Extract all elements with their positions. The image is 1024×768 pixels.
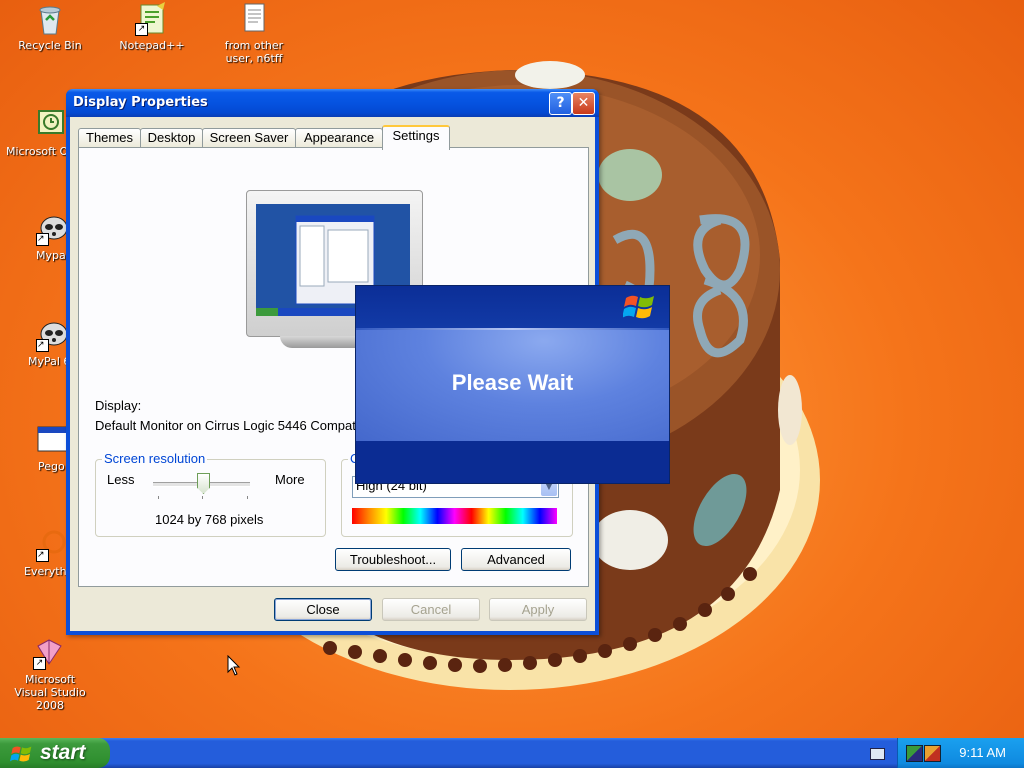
help-icon: ? (556, 95, 565, 111)
desktop-icon-text-file[interactable]: from other user, n6tff (212, 2, 296, 65)
keyboard-icon[interactable] (870, 748, 885, 760)
desktop-icon-label: from other user, n6tff (224, 39, 284, 65)
shortcut-arrow-icon: ↗ (36, 549, 49, 562)
help-button[interactable]: ? (549, 92, 572, 115)
desktop-icon-visual-studio[interactable]: ↗ Microsoft Visual Studio 2008 (8, 636, 92, 712)
start-label: start (40, 741, 86, 764)
window-app-icon (36, 423, 70, 457)
advanced-button[interactable]: Advanced (461, 548, 571, 571)
outlook-icon (36, 108, 70, 142)
windows-logo-icon (10, 746, 32, 762)
mouse-cursor-icon (227, 655, 241, 676)
please-wait-message: Please Wait (451, 370, 574, 395)
tray-app-icon[interactable] (924, 745, 941, 762)
desktop-icon-label: Microsoft Visual Studio 2008 (14, 673, 86, 712)
notepad-plus-plus-icon: ↗ (135, 2, 169, 36)
resolution-less-label: Less (107, 472, 135, 487)
mypal-icon: ↗ (36, 212, 70, 246)
everything-search-icon: ↗ (36, 528, 70, 562)
tab-settings[interactable]: Settings (382, 125, 450, 150)
close-window-button[interactable]: ✕ (572, 92, 595, 115)
close-button[interactable]: Close (274, 598, 372, 621)
color-quality-spectrum (352, 508, 557, 524)
text-document-icon (237, 2, 271, 36)
desktop-icon-label: Notepad++ (119, 39, 185, 52)
desktop-icon-notepad-plus-plus[interactable]: ↗ Notepad++ (110, 2, 194, 52)
slider-tick (158, 496, 159, 499)
shortcut-arrow-icon: ↗ (36, 233, 49, 246)
tab-screen-saver[interactable]: Screen Saver (202, 128, 296, 148)
cancel-button[interactable]: Cancel (382, 598, 480, 621)
display-label: Display: (95, 398, 142, 413)
visual-studio-icon: ↗ (33, 636, 67, 670)
apply-button[interactable]: Apply (489, 598, 587, 621)
resolution-value: 1024 by 768 pixels (155, 512, 264, 527)
close-icon: ✕ (577, 95, 590, 111)
clock[interactable]: 9:11 AM (959, 745, 1006, 760)
tab-themes[interactable]: Themes (78, 128, 141, 148)
shortcut-arrow-icon: ↗ (135, 23, 148, 36)
window-title: Display Properties (73, 95, 208, 110)
please-wait-dialog: Please Wait (355, 285, 670, 484)
shortcut-arrow-icon: ↗ (36, 339, 49, 352)
shortcut-arrow-icon: ↗ (33, 657, 46, 670)
slider-tick (247, 496, 248, 499)
desktop-icon-recycle-bin[interactable]: Recycle Bin (8, 2, 92, 52)
start-button[interactable]: start (0, 738, 110, 768)
tab-desktop[interactable]: Desktop (140, 128, 203, 148)
title-bar[interactable]: Display Properties ? ✕ (66, 89, 599, 117)
windows-logo-icon (623, 295, 654, 319)
resolution-more-label: More (275, 472, 305, 487)
recycle-bin-icon (33, 2, 67, 36)
system-tray: 9:11 AM (897, 738, 1024, 768)
please-wait-body: Please Wait (356, 330, 669, 441)
taskbar: start 9:11 AM (0, 738, 1024, 768)
resolution-slider-thumb[interactable] (197, 473, 210, 494)
screen-resolution-group: Screen resolution Less More 1024 by 768 … (95, 451, 326, 537)
desktop-icon-label: Recycle Bin (18, 39, 82, 52)
please-wait-header (356, 286, 669, 328)
network-icon[interactable] (906, 745, 923, 762)
display-device-name: Default Monitor on Cirrus Logic 5446 Com… (95, 418, 356, 433)
troubleshoot-button[interactable]: Troubleshoot... (335, 548, 451, 571)
screen-resolution-title: Screen resolution (102, 451, 208, 466)
tab-appearance[interactable]: Appearance (295, 128, 383, 148)
mypal-icon: ↗ (36, 318, 70, 352)
please-wait-footer (356, 441, 669, 483)
slider-tick (202, 496, 203, 499)
